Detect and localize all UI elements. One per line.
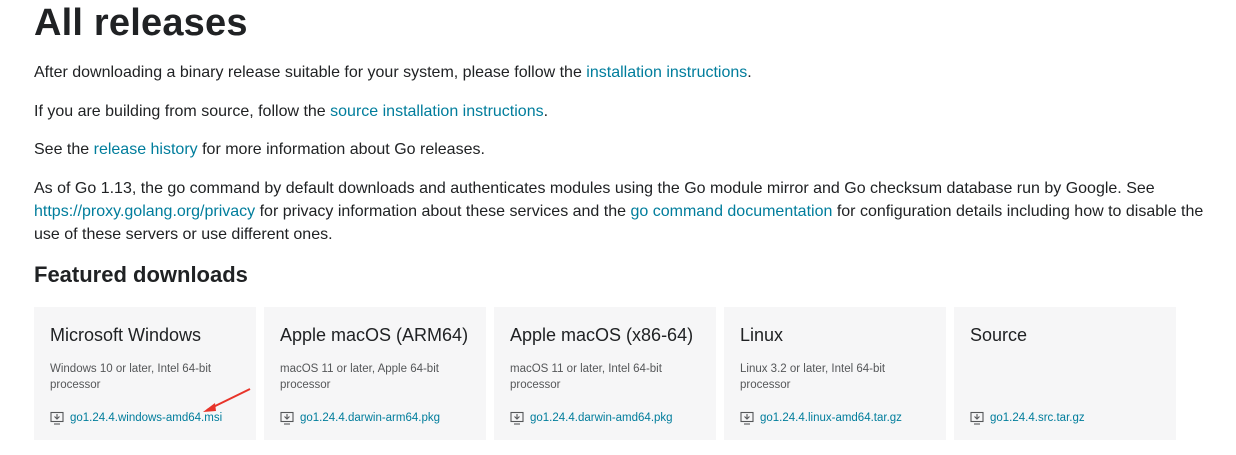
intro-paragraph-3: See the release history for more informa… [34, 138, 1214, 161]
download-icon [280, 411, 294, 425]
red-arrow-annotation-icon [203, 388, 251, 412]
card-file-link[interactable]: go1.24.4.src.tar.gz [970, 411, 1085, 425]
page-title: All releases [34, 2, 248, 44]
source-installation-instructions-link[interactable]: source installation instructions [330, 103, 543, 120]
download-card-linux[interactable]: Linux Linux 3.2 or later, Intel 64-bit p… [724, 307, 946, 440]
card-os-name: Apple macOS (x86-64) [510, 325, 694, 345]
download-icon [510, 411, 524, 425]
installation-instructions-link[interactable]: installation instructions [586, 64, 747, 81]
download-icon [50, 411, 64, 425]
go-command-documentation-link[interactable]: go command documentation [630, 203, 832, 220]
card-os-name: Source [970, 325, 1028, 345]
intro-text: If you are building from source, follow … [34, 103, 331, 120]
intro-paragraph-1: After downloading a binary release suita… [34, 61, 1214, 84]
intro-text: As of Go 1.13, the go command by default… [34, 180, 1155, 197]
intro-text: See the [34, 141, 94, 158]
intro-paragraph-4: As of Go 1.13, the go command by default… [34, 177, 1214, 246]
intro-text: After downloading a binary release suita… [34, 64, 587, 81]
card-description: macOS 11 or later, Intel 64-bit processo… [510, 363, 662, 391]
card-os-name: Microsoft Windows [50, 325, 202, 345]
download-card-macos-arm64[interactable]: Apple macOS (ARM64) macOS 11 or later, A… [264, 307, 486, 440]
card-file-link[interactable]: go1.24.4.darwin-amd64.pkg [510, 411, 673, 425]
card-os-name: Apple macOS (ARM64) [280, 325, 469, 345]
intro-text: for more information about Go releases. [197, 141, 485, 158]
intro-text: . [747, 64, 752, 81]
download-icon [970, 411, 984, 425]
card-file-name: go1.24.4.darwin-amd64.pkg [530, 412, 673, 424]
download-card-macos-x86-64[interactable]: Apple macOS (x86-64) macOS 11 or later, … [494, 307, 716, 440]
intro-paragraph-2: If you are building from source, follow … [34, 100, 1214, 123]
card-file-name: go1.24.4.darwin-arm64.pkg [300, 412, 440, 424]
card-file-link[interactable]: go1.24.4.darwin-arm64.pkg [280, 411, 440, 425]
featured-downloads-heading: Featured downloads [34, 262, 248, 287]
intro-text: for privacy information about these serv… [255, 203, 631, 220]
release-history-link[interactable]: release history [94, 141, 198, 158]
intro-text: . [543, 103, 549, 120]
download-icon [740, 411, 754, 425]
download-card-source[interactable]: Source go1.24.4.src.tar.gz [954, 307, 1176, 440]
card-file-name: go1.24.4.src.tar.gz [990, 412, 1085, 424]
card-file-link[interactable]: go1.24.4.linux-amd64.tar.gz [740, 411, 902, 425]
card-description [970, 361, 1160, 401]
download-card-windows[interactable]: Microsoft Windows Windows 10 or later, I… [34, 307, 256, 440]
card-description: macOS 11 or later, Apple 64-bit processo… [280, 363, 439, 391]
featured-downloads-cards: Microsoft Windows Windows 10 or later, I… [34, 307, 1176, 440]
page: All releases After downloading a binary … [0, 0, 1236, 455]
card-os-name: Linux [740, 325, 784, 345]
card-file-name: go1.24.4.linux-amd64.tar.gz [760, 412, 902, 424]
card-description: Linux 3.2 or later, Intel 64-bit process… [740, 363, 886, 391]
proxy-privacy-link[interactable]: https://proxy.golang.org/privacy [34, 203, 255, 220]
